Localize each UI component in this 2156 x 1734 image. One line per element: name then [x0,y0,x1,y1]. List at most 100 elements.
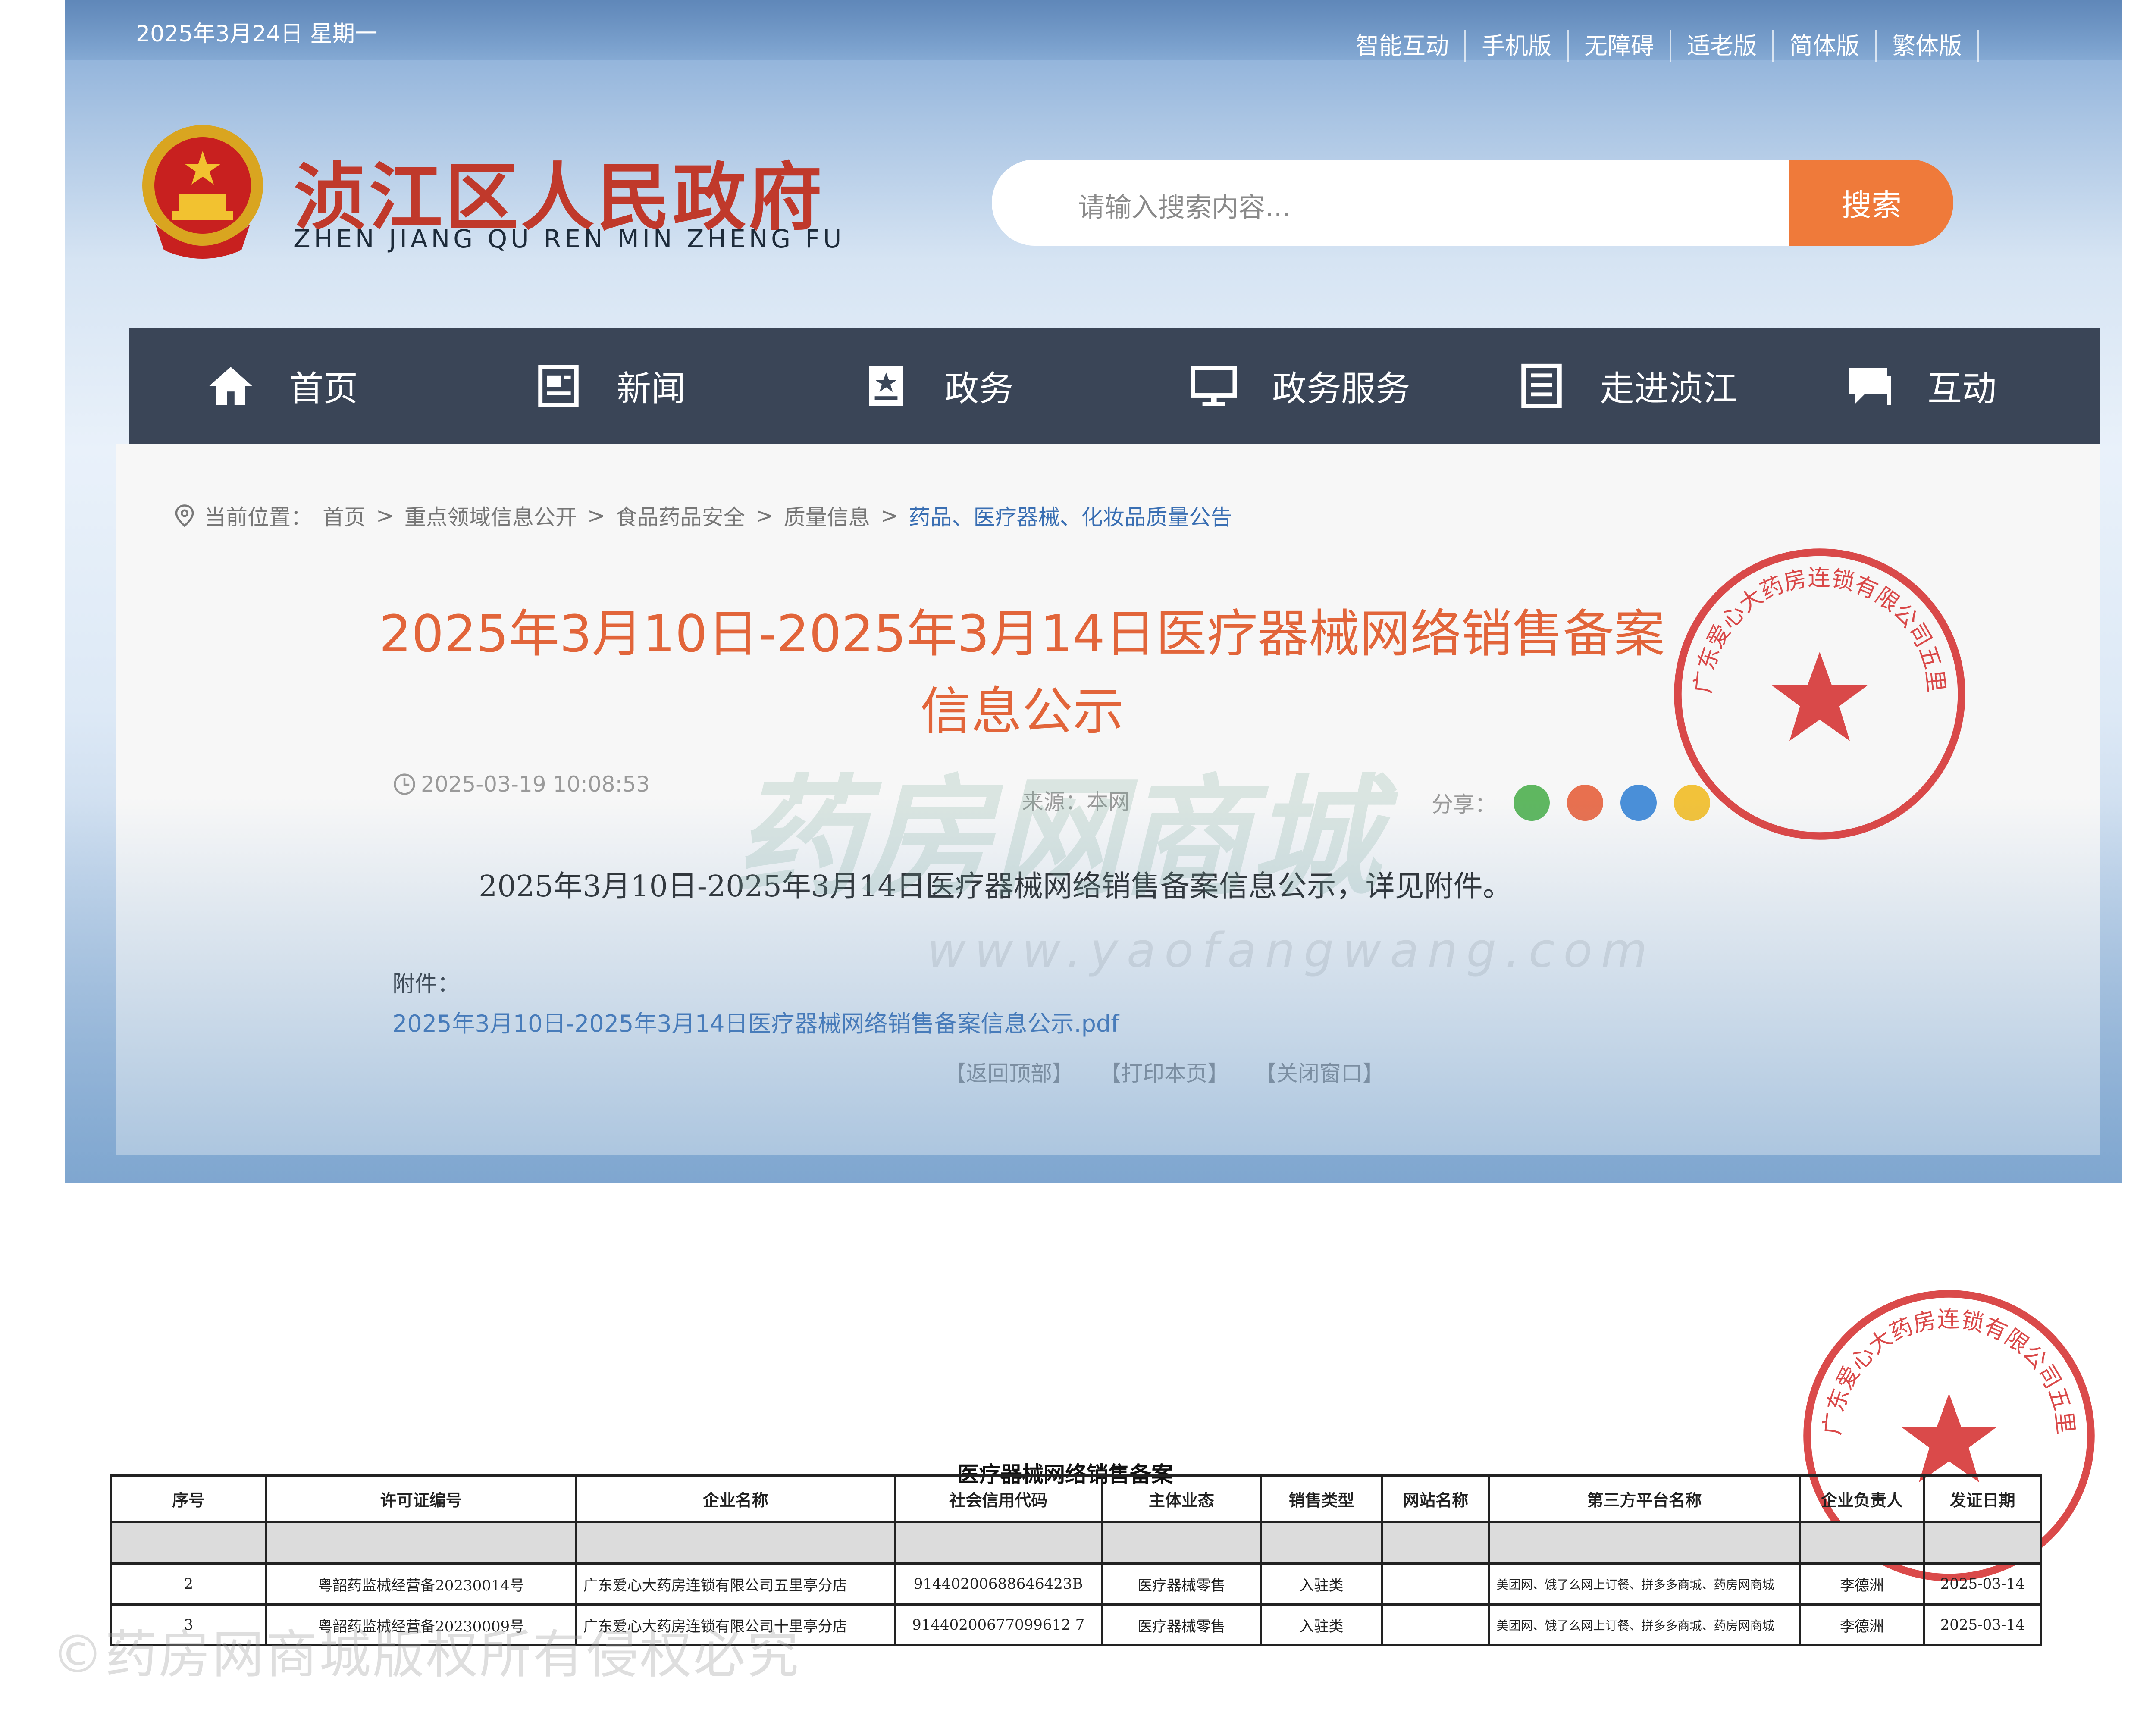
table-header: 序号 [110,1474,267,1523]
svg-text:广东爱心大药房连锁有限公司五里亭分店: 广东爱心大药房连锁有限公司五里亭分店 [1669,543,1949,695]
top-links: 智能互动 手机版 无障碍 适老版 简体版 繁体版 [1340,30,1979,62]
breadcrumb-item[interactable]: 食品药品安全 [616,500,745,531]
table-header: 社会信用代码 [893,1474,1103,1523]
breadcrumb-separator: > [755,503,774,528]
publish-date: 2025-03-19 10:08:53 [392,772,650,797]
national-emblem-icon [142,125,263,259]
breadcrumb-prefix: 当前位置： [204,505,312,530]
table-cell [1380,1562,1491,1606]
table-cell [265,1521,577,1565]
breadcrumb-separator: > [587,503,605,528]
breadcrumb-separator: > [376,503,394,528]
nav-label: 新闻 [617,369,686,409]
table-cell [1380,1603,1491,1646]
chat-icon [1849,368,1891,405]
table-cell: 医疗器械零售 [1100,1562,1263,1606]
article-title: 2025年3月10日-2025年3月14日医疗器械网络销售备案信息公示 [379,604,1665,741]
top-link-simplified[interactable]: 简体版 [1774,30,1877,62]
breadcrumb: 当前位置： 首页 > 重点领域信息公开 > 食品药品安全 > 质量信息 > 药品… [172,500,1243,531]
breadcrumb-item[interactable]: 质量信息 [784,500,870,531]
table-cell: 美团网、饿了么网上订餐、拼多多商城、药房网商城 [1488,1603,1801,1646]
table-cell: 91440200677099612 7 [893,1603,1103,1646]
wechat-icon[interactable] [1514,785,1550,821]
table-cell [575,1521,896,1565]
table-header: 销售类型 [1260,1474,1383,1523]
article-body: 2025年3月10日-2025年3月14日医疗器械网络销售备案信息公示，详见附件… [479,870,1512,904]
news-icon [538,365,579,407]
top-link-traditional[interactable]: 繁体版 [1877,30,1979,62]
table-cell [1798,1521,1926,1565]
table-row: 2 粤韶药监械经营备20230014号 广东爱心大药房连锁有限公司五里亭分店 9… [110,1562,2042,1606]
breadcrumb-item[interactable]: 重点领域信息公开 [404,500,577,531]
table-header: 企业负责人 [1798,1474,1926,1523]
weibo-icon[interactable] [1567,785,1603,821]
table-cell: 李德洲 [1798,1562,1926,1606]
share-label: 分享： [1432,792,1496,817]
top-link-smart-interaction[interactable]: 智能互动 [1340,30,1466,62]
attachment-label: 附件： [392,971,460,997]
table-header: 发证日期 [1923,1474,2042,1523]
qq-icon[interactable] [1620,785,1657,821]
clock-icon [394,773,415,795]
print-page-link[interactable]: 【打印本页】 [1100,1056,1229,1087]
top-bar: 2025年3月24日 星期一 智能互动 手机版 无障碍 适老版 简体版 繁体版 [65,0,2122,62]
monitor-icon [1191,366,1237,406]
attachment-link[interactable]: 2025年3月10日-2025年3月14日医疗器械网络销售备案信息公示.pdf [392,1005,1119,1039]
top-link-accessibility[interactable]: 无障碍 [1569,30,1671,62]
back-to-top-link[interactable]: 【返回顶部】 [944,1056,1074,1087]
breadcrumb-item[interactable]: 首页 [323,500,366,531]
current-date: 2025年3月24日 星期一 [136,21,378,47]
company-seal-upper: 广东爱心大药房连锁有限公司五里亭分店 [1669,543,1965,840]
table-header: 企业名称 [575,1474,896,1523]
table-cell: 美团网、饿了么网上订餐、拼多多商城、药房网商城 [1488,1562,1801,1606]
table-cell [1260,1521,1383,1565]
table-cell [1488,1521,1801,1565]
publish-date-text: 2025-03-19 10:08:53 [421,772,650,797]
nav-item-home[interactable]: 首页 [129,361,457,411]
table-cell: 医疗器械零售 [1100,1603,1263,1646]
top-link-elderly[interactable]: 适老版 [1671,30,1774,62]
site-title-pinyin: ZHEN JIANG QU REN MIN ZHENG FU [293,224,845,254]
nav-item-about-zhenjiang[interactable]: 走进浈江 [1440,361,1768,411]
table-cell [1100,1521,1263,1565]
breadcrumb-separator: > [880,503,899,528]
table-header-row: 序号 许可证编号 企业名称 社会信用代码 主体业态 销售类型 网站名称 第三方平… [110,1474,2042,1523]
copyright-watermark: ©药房网商城版权所有侵权必究 [52,1625,800,1685]
table-cell [893,1521,1103,1565]
article-footer-links: 【返回顶部】 【打印本页】 【关闭窗口】 [944,1056,1410,1087]
table-cell: 入驻类 [1260,1603,1383,1646]
government-icon [869,366,903,406]
search-input[interactable]: 请输入搜索内容... [992,160,1802,246]
close-window-link[interactable]: 【关闭窗口】 [1255,1056,1384,1087]
table-row-redacted [110,1521,2042,1565]
nav-item-government[interactable]: 政务 [785,361,1112,411]
table-cell: 广东爱心大药房连锁有限公司五里亭分店 [575,1562,896,1606]
main-nav: 首页 新闻 政务 政务服务 走进浈江 互动 [129,328,2100,444]
breadcrumb-current[interactable]: 药品、医疗器械、化妆品质量公告 [909,500,1232,531]
table-cell: 91440200688646423B [893,1562,1103,1606]
svg-text:广东爱心大药房连锁有限公司五里亭分店: 广东爱心大药房连锁有限公司五里亭分店 [1798,1285,2079,1437]
table-cell [110,1521,267,1565]
table-cell [1923,1521,2042,1565]
table-cell: 2025-03-14 [1923,1603,2042,1646]
top-link-mobile[interactable]: 手机版 [1466,30,1569,62]
table-header: 网站名称 [1380,1474,1491,1523]
watermark-brand: 药房网商城 [733,763,1380,913]
search-placeholder: 请输入搜索内容... [1078,191,1291,223]
nav-label: 互动 [1927,369,1996,409]
building-icon [1521,363,1562,408]
table-cell [1380,1521,1491,1565]
nav-item-news[interactable]: 新闻 [457,361,785,411]
home-icon [209,367,252,405]
table-header: 第三方平台名称 [1488,1474,1801,1523]
nav-item-services[interactable]: 政务服务 [1112,361,1440,411]
table-cell: 入驻类 [1260,1562,1383,1606]
nav-label: 走进浈江 [1600,369,1738,409]
search-button[interactable]: 搜索 [1789,160,1953,246]
table-cell: 2025-03-14 [1923,1562,2042,1606]
nav-label: 政务 [944,369,1013,409]
table-header: 许可证编号 [265,1474,577,1523]
location-pin-icon [175,504,194,527]
table-header: 主体业态 [1100,1474,1263,1523]
nav-item-interaction[interactable]: 互动 [1768,361,2096,411]
